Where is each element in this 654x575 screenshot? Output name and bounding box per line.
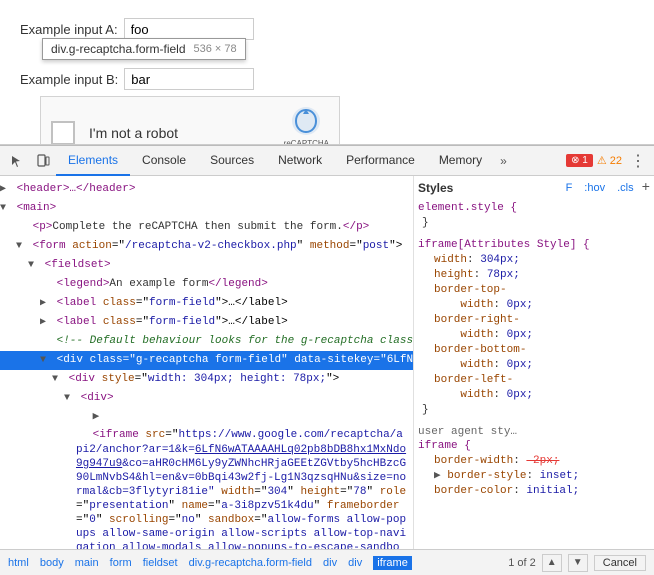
rule-border-right: border-right- width: 0px;	[418, 313, 650, 343]
error-count: 1	[582, 155, 588, 166]
iframe-attr-style-block: iframe[Attributes Style] { width: 304px;…	[418, 239, 650, 418]
breadcrumb-form[interactable]: form	[110, 557, 132, 569]
dom-tree-panel[interactable]: ▶ <header>…</header> ▼ <main> <p>Complet…	[0, 176, 414, 549]
dom-line-label2[interactable]: ▶ <label class="form-field">…</label>	[0, 313, 413, 332]
recaptcha-icon	[290, 105, 322, 137]
devtools-toolbar: Elements Console Sources Network Perform…	[0, 146, 654, 176]
input-a-field[interactable]	[124, 18, 254, 40]
ua-border-style-expand[interactable]: ▶	[434, 470, 441, 482]
tooltip-size: 536 × 78	[194, 43, 237, 55]
input-a-label: Example input A:	[20, 22, 118, 37]
tab-performance[interactable]: Performance	[334, 146, 427, 176]
rule-border-bottom: border-bottom- width: 0px;	[418, 343, 650, 373]
warning-badge: ⚠ 22	[597, 154, 622, 167]
arrow-header[interactable]: ▶	[0, 182, 10, 198]
inspect-element-button[interactable]	[4, 148, 30, 174]
breadcrumb-body[interactable]: body	[40, 557, 64, 569]
breadcrumb-div1[interactable]: div	[323, 557, 337, 569]
error-badge: ⊗ 1	[566, 154, 593, 167]
dom-line-header[interactable]: ▶ <header>…</header>	[0, 180, 413, 199]
iframe-attr-selector: iframe[Attributes Style] {	[418, 239, 650, 251]
dom-line-form[interactable]: ▼ <form action="/recaptcha-v2-checkbox.p…	[0, 237, 413, 256]
arrow-div-style[interactable]: ▼	[52, 372, 62, 388]
dom-line-fieldset[interactable]: ▼ <fieldset>	[0, 256, 413, 275]
rule-height: height: 78px;	[418, 268, 650, 283]
ua-rule-border-color: border-color: initial;	[418, 484, 650, 499]
rule-width: width: 304px;	[418, 253, 650, 268]
nav-up-button[interactable]: ▲	[542, 554, 562, 572]
styles-label: Styles	[418, 181, 453, 195]
rule-border-left: border-left- width: 0px;	[418, 373, 650, 403]
tab-elements[interactable]: Elements	[56, 146, 130, 176]
iframe-attr-close: }	[418, 403, 650, 418]
browser-preview: Example input A: div.g-recaptcha.form-fi…	[0, 0, 654, 145]
warning-count: 22	[610, 155, 622, 167]
breadcrumb-bar: html body main form fieldset div.g-recap…	[0, 549, 654, 575]
tooltip-selector: div.g-recaptcha.form-field	[51, 42, 186, 56]
arrow-main[interactable]: ▼	[0, 201, 10, 217]
hov-tab[interactable]: :hov	[580, 181, 609, 195]
styles-tabs: F :hov .cls +	[562, 180, 650, 196]
nav-down-button[interactable]: ▼	[568, 554, 588, 572]
element-style-close: }	[418, 216, 650, 231]
element-style-selector: element.style {	[418, 202, 650, 214]
dom-line-arrow[interactable]: ▶	[0, 408, 413, 427]
styles-toolbar: Styles F :hov .cls +	[418, 180, 650, 196]
dom-line-comment[interactable]: <!-- Default behaviour looks for the g-r…	[0, 332, 413, 351]
dom-line-p[interactable]: <p>Complete the reCAPTCHA then submit th…	[0, 218, 413, 237]
ua-selector: user agent sty…	[418, 426, 650, 438]
breadcrumb-iframe[interactable]: iframe	[373, 556, 412, 570]
recaptcha-logo: reCAPTCHA	[284, 105, 329, 145]
arrow-label2[interactable]: ▶	[40, 315, 50, 331]
recaptcha-brand-text: reCAPTCHA	[284, 139, 329, 145]
tab-sources[interactable]: Sources	[198, 146, 266, 176]
dom-line-main[interactable]: ▼ <main>	[0, 199, 413, 218]
arrow-div-recaptcha[interactable]: ▼	[40, 353, 50, 369]
dom-line-legend[interactable]: <legend>An example form</legend>	[0, 275, 413, 294]
page-indicator: 1 of 2	[508, 557, 536, 569]
ua-iframe-selector: iframe {	[418, 440, 650, 452]
cls-tab[interactable]: .cls	[613, 181, 638, 195]
dom-line-div-style[interactable]: ▼ <div style="width: 304px; height: 78px…	[0, 370, 413, 389]
tab-console[interactable]: Console	[130, 146, 198, 176]
devtools-toolbar-right: ⊗ 1 ⚠ 22 ⋮	[566, 151, 650, 171]
breadcrumb-div2[interactable]: div	[348, 557, 362, 569]
arrow-label1[interactable]: ▶	[40, 296, 50, 312]
more-tabs-button[interactable]: »	[494, 150, 513, 172]
breadcrumb-fieldset[interactable]: fieldset	[143, 557, 178, 569]
recaptcha-checkbox[interactable]	[51, 121, 75, 145]
device-toolbar-button[interactable]	[30, 148, 56, 174]
bottom-bar-right: 1 of 2 ▲ ▼ Cancel	[508, 554, 646, 572]
styles-panel: Styles F :hov .cls + element.style { } i…	[414, 176, 654, 549]
dom-line-iframe[interactable]: <iframe src="https://www.google.com/reca…	[0, 427, 413, 549]
dom-line-label1[interactable]: ▶ <label class="form-field">…</label>	[0, 294, 413, 313]
input-b-field[interactable]	[124, 68, 254, 90]
add-style-button[interactable]: +	[642, 180, 650, 196]
rule-border-top: border-top- width: 0px;	[418, 283, 650, 313]
ua-rule-border-width: border-width: 2px;	[418, 454, 650, 469]
breadcrumb-main[interactable]: main	[75, 557, 99, 569]
element-tooltip: div.g-recaptcha.form-field 536 × 78	[42, 38, 246, 60]
dom-line-div-recaptcha[interactable]: ▼ <div class="g-recaptcha form-field" da…	[0, 351, 413, 370]
arrow-form[interactable]: ▼	[16, 239, 26, 255]
dom-line-div-inner[interactable]: ▼ <div>	[0, 389, 413, 408]
filter-tab[interactable]: F	[562, 181, 577, 195]
breadcrumb-div-recaptcha[interactable]: div.g-recaptcha.form-field	[189, 557, 312, 569]
devtools-panel: Elements Console Sources Network Perform…	[0, 145, 654, 575]
cancel-button[interactable]: Cancel	[594, 555, 646, 571]
input-b-label: Example input B:	[20, 72, 118, 87]
tab-memory[interactable]: Memory	[427, 146, 494, 176]
devtools-main: ▶ <header>…</header> ▼ <main> <p>Complet…	[0, 176, 654, 549]
recaptcha-label: I'm not a robot	[89, 125, 178, 141]
breadcrumb-html[interactable]: html	[8, 557, 29, 569]
arrow-fieldset[interactable]: ▼	[28, 258, 38, 274]
more-options-button[interactable]: ⋮	[626, 151, 650, 171]
error-icon: ⊗	[571, 155, 579, 166]
recaptcha-widget: I'm not a robot reCAPTCHA	[40, 96, 340, 145]
user-agent-style-block: user agent sty… iframe { border-width: 2…	[418, 426, 650, 499]
tab-network[interactable]: Network	[266, 146, 334, 176]
element-style-block: element.style { }	[418, 202, 650, 231]
ua-rule-border-style: ▶ border-style: inset;	[418, 469, 650, 484]
arrow-div-inner[interactable]: ▼	[64, 391, 74, 407]
